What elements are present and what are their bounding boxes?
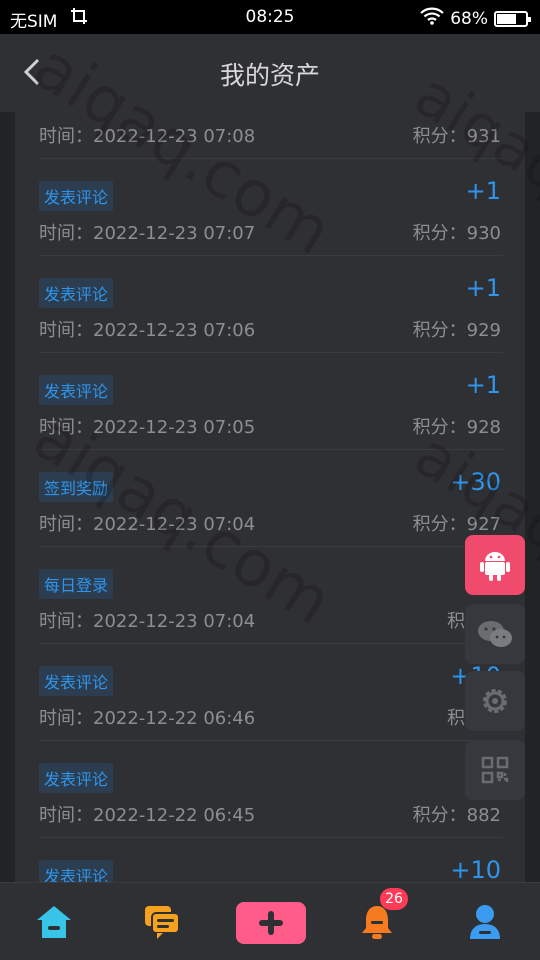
record-tag: 签到奖励 xyxy=(39,472,114,502)
record-tag: 发表评论 xyxy=(39,375,114,405)
record-card: 时间：2022-12-23 07:08 积分：931 发表评论 +1 时间：20… xyxy=(15,112,525,882)
record-tag: 发表评论 xyxy=(39,181,114,211)
status-bar: 无SIM 08:25 68% xyxy=(0,0,540,34)
record-time: 时间：2022-12-23 07:08 xyxy=(39,126,256,147)
nav-bar: 我的资产 xyxy=(0,34,540,112)
record-points: +30 xyxy=(450,468,501,496)
gear-icon xyxy=(483,689,507,713)
qrcode-icon xyxy=(481,756,509,784)
record-tag: 发表评论 xyxy=(39,666,114,696)
battery-icon xyxy=(494,10,531,27)
record-tag: 发表评论 xyxy=(39,763,114,793)
record-score: 积分：929 xyxy=(412,320,501,341)
user-icon xyxy=(470,905,500,939)
android-download-button[interactable] xyxy=(465,535,525,595)
tab-post[interactable] xyxy=(236,902,306,944)
bottom-tab-bar xyxy=(0,882,540,960)
record-score: 积分：931 xyxy=(412,126,501,147)
record-score: 积分：927 xyxy=(412,514,501,535)
record-tag: 每日登录 xyxy=(39,569,114,599)
status-right: 68% xyxy=(420,7,531,30)
chat-icon xyxy=(145,906,180,939)
qrcode-button[interactable] xyxy=(465,740,525,800)
list-item: 发表评论 时间：2022-12-22 06:45 积分：882 xyxy=(39,741,503,838)
record-score: 积分：882 xyxy=(412,805,501,826)
list-item: 发表评论 +1 时间：2022-12-23 07:06 积分：929 xyxy=(39,256,503,353)
record-points: +1 xyxy=(465,371,501,399)
record-points: +10 xyxy=(450,856,501,882)
settings-button[interactable] xyxy=(465,671,525,731)
record-score: 积分：928 xyxy=(412,417,501,438)
record-time: 时间：2022-12-23 07:04 xyxy=(39,514,256,535)
record-score: 积分：930 xyxy=(412,223,501,244)
notification-count-badge: 26 xyxy=(380,888,408,910)
record-time: 时间：2022-12-23 07:04 xyxy=(39,611,256,632)
asset-record-list[interactable]: 时间：2022-12-23 07:08 积分：931 发表评论 +1 时间：20… xyxy=(0,112,540,882)
record-time: 时间：2022-12-22 06:45 xyxy=(39,805,256,826)
record-time: 时间：2022-12-23 07:05 xyxy=(39,417,256,438)
list-item: 发表评论 +10 xyxy=(39,838,503,882)
wechat-button[interactable] xyxy=(465,604,525,664)
battery-percent: 68% xyxy=(450,8,488,29)
list-item: 发表评论 +10 时间：2022-12-22 06:46 积分： xyxy=(39,644,503,741)
page-title: 我的资产 xyxy=(219,61,320,90)
record-tag: 发表评论 xyxy=(39,860,114,882)
record-time: 时间：2022-12-23 07:07 xyxy=(39,223,256,244)
wechat-icon xyxy=(478,621,512,647)
record-tag: 发表评论 xyxy=(39,278,114,308)
record-time: 时间：2022-12-22 06:46 xyxy=(39,708,256,729)
tab-messages[interactable] xyxy=(137,899,187,945)
tab-home[interactable] xyxy=(29,899,79,945)
list-item: 发表评论 +1 时间：2022-12-23 07:05 积分：928 xyxy=(39,353,503,450)
list-item: 发表评论 +1 时间：2022-12-23 07:07 积分：930 xyxy=(39,159,503,256)
wifi-icon xyxy=(420,7,444,30)
home-icon xyxy=(37,906,71,938)
plus-icon xyxy=(259,911,283,935)
list-item: 签到奖励 +30 时间：2022-12-23 07:04 积分：927 xyxy=(39,450,503,547)
list-item: 时间：2022-12-23 07:08 积分：931 xyxy=(39,112,503,159)
list-item: 每日登录 时间：2022-12-23 07:04 积分： xyxy=(39,547,503,644)
record-points: +1 xyxy=(465,177,501,205)
android-icon xyxy=(480,552,510,581)
record-points: +1 xyxy=(465,274,501,302)
tab-profile[interactable] xyxy=(460,899,510,945)
record-time: 时间：2022-12-23 07:06 xyxy=(39,320,256,341)
